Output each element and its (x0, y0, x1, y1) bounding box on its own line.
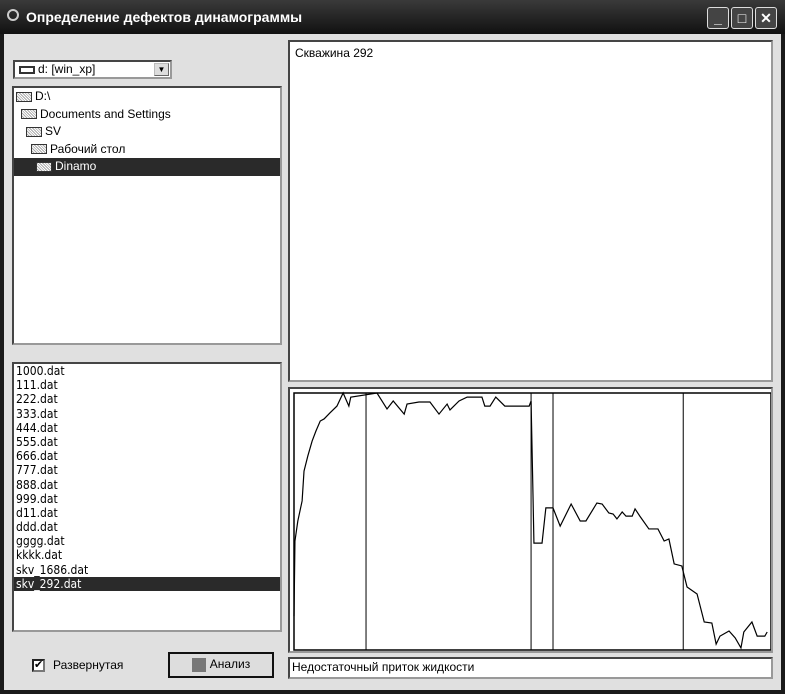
folder-icon (26, 126, 42, 137)
maximize-button[interactable]: □ (731, 7, 753, 29)
drive-select[interactable]: d: [win_xp] ▼ (13, 60, 172, 79)
file-item[interactable]: skv_1686.dat (14, 563, 280, 577)
info-panel: Скважина 292 (288, 40, 773, 382)
folder-icon (36, 161, 52, 172)
dynamogram-chart (293, 391, 772, 651)
file-item[interactable]: d11.dat (14, 506, 280, 520)
folder-label: Dinamo (55, 159, 97, 173)
analyze-label: Анализ (209, 657, 251, 671)
folder-label: Documents and Settings (40, 106, 171, 121)
analyze-icon (191, 657, 206, 672)
file-item[interactable]: 888.dat (14, 478, 280, 492)
folder-icon (21, 109, 37, 120)
file-item[interactable]: 111.dat (14, 378, 280, 392)
check-icon: ✔ (32, 659, 45, 673)
app-icon (7, 9, 19, 21)
file-item[interactable]: 444.dat (14, 421, 280, 435)
file-item[interactable]: skv_292.dat (14, 576, 280, 591)
window-title: Определение дефектов динамограммы (26, 9, 303, 25)
folder-item[interactable]: SV (14, 123, 280, 141)
folder-icon (16, 91, 32, 102)
folder-item[interactable]: Documents and Settings (14, 106, 280, 124)
file-item[interactable]: ddd.dat (14, 520, 280, 534)
folder-item[interactable]: Рабочий стол (14, 141, 280, 159)
result-field: Недостаточный приток жидкости (288, 657, 773, 679)
close-button[interactable]: ✕ (755, 7, 777, 29)
folder-tree[interactable]: D:\ Documents and Settings SV Рабочий стол D… (12, 86, 282, 345)
chart-panel (288, 387, 773, 653)
client-area: d: [win_xp] ▼ D:\ Documents and Settings SV… (4, 34, 781, 690)
well-label: Скважина 292 (295, 46, 374, 60)
folder-label: SV (45, 124, 62, 138)
file-list[interactable]: 1000.dat 111.dat 222.dat 333.dat 444.dat 555.… (12, 362, 282, 632)
file-item[interactable]: 555.dat (14, 435, 280, 449)
folder-item[interactable]: D:\ (14, 88, 280, 106)
analyze-button[interactable]: Анализ (168, 652, 274, 678)
folder-item[interactable]: Dinamo (14, 158, 280, 176)
folder-label: Рабочий стол (50, 141, 126, 156)
main-window: Определение дефектов динамограммы _ □ ✕ … (0, 0, 785, 694)
title-bar: Определение дефектов динамограммы _ □ ✕ (0, 0, 785, 34)
checkbox-label: Развернутая (53, 658, 124, 672)
expanded-checkbox[interactable]: ✔ Развернутая (32, 658, 124, 673)
drive-value: d: [win_xp] (38, 62, 96, 76)
file-item[interactable]: gggg.dat (14, 534, 280, 548)
folder-label: D:\ (35, 89, 51, 103)
file-item[interactable]: 777.dat (14, 463, 280, 477)
minimize-button[interactable]: _ (707, 7, 729, 29)
file-item[interactable]: 333.dat (14, 407, 280, 421)
file-item[interactable]: 666.dat (14, 449, 280, 463)
file-item[interactable]: kkkk.dat (14, 548, 280, 562)
result-text: Недостаточный приток жидкости (292, 660, 475, 674)
file-item[interactable]: 999.dat (14, 492, 280, 506)
folder-icon (31, 144, 47, 155)
drive-icon (19, 65, 35, 74)
chevron-down-icon[interactable]: ▼ (154, 63, 169, 76)
file-item[interactable]: 1000.dat (14, 364, 280, 378)
file-item[interactable]: 222.dat (14, 392, 280, 406)
